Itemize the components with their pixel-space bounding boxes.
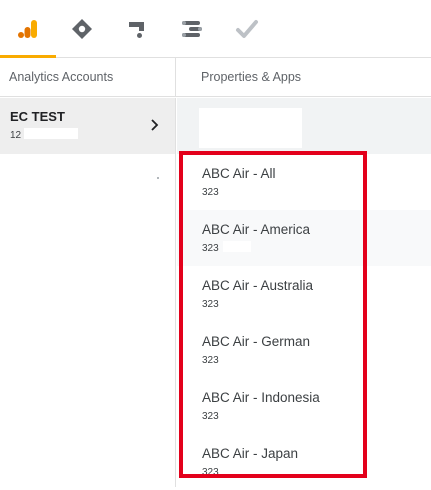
optimize-icon (126, 18, 148, 40)
property-id: 323 (202, 411, 219, 422)
properties-list: ABC Air - All 323 ABC Air - America 323 … (177, 98, 431, 487)
tag-manager-icon (71, 18, 93, 40)
property-id: 323 (202, 243, 219, 254)
account-item[interactable]: EC TEST 12 (0, 98, 175, 154)
property-item[interactable]: ABC Air - Indonesia 323 (177, 378, 431, 434)
property-id: 323 (202, 299, 219, 310)
property-name: ABC Air - German (202, 334, 311, 349)
property-name: ABC Air - Indonesia (202, 390, 320, 405)
tab-data-studio[interactable] (164, 0, 220, 57)
accounts-header-label: Analytics Accounts (9, 70, 114, 84)
product-switcher-bar (0, 0, 431, 58)
property-item[interactable]: ABC Air - German 323 (177, 322, 431, 378)
accounts-list: EC TEST 12 (0, 98, 176, 487)
redaction-block (223, 241, 251, 252)
property-item[interactable]: ABC Air - Japan 323 (177, 434, 431, 490)
chevron-right-icon (150, 118, 160, 132)
tab-tag-manager[interactable] (54, 0, 110, 57)
property-id: 323 (202, 467, 219, 478)
tab-analytics[interactable] (0, 0, 56, 58)
property-item[interactable]: ABC Air - All 323 (177, 154, 431, 210)
redaction-block (24, 128, 78, 139)
accounts-column-header: Analytics Accounts (0, 58, 176, 97)
property-name: ABC Air - Japan (202, 446, 299, 461)
redaction-block (199, 108, 302, 148)
property-name: ABC Air - America (202, 222, 311, 237)
property-id: 323 (202, 187, 219, 198)
property-name: ABC Air - All (202, 166, 276, 181)
tab-surveys[interactable] (219, 0, 275, 57)
account-id: 12 (10, 130, 22, 141)
tab-optimize[interactable] (109, 0, 165, 57)
property-item[interactable]: ABC Air - Australia 323 (177, 266, 431, 322)
properties-top-row (177, 98, 431, 154)
analytics-icon (17, 18, 39, 40)
property-id: 323 (202, 355, 219, 366)
account-name: EC TEST (10, 109, 65, 124)
checkmark-icon (235, 18, 259, 40)
properties-column-header: Properties & Apps (176, 58, 431, 97)
property-name: ABC Air - Australia (202, 278, 314, 293)
property-item[interactable]: ABC Air - America 323 (177, 210, 431, 266)
properties-header-label: Properties & Apps (201, 70, 302, 84)
data-studio-icon (180, 18, 204, 40)
dot (157, 177, 159, 179)
